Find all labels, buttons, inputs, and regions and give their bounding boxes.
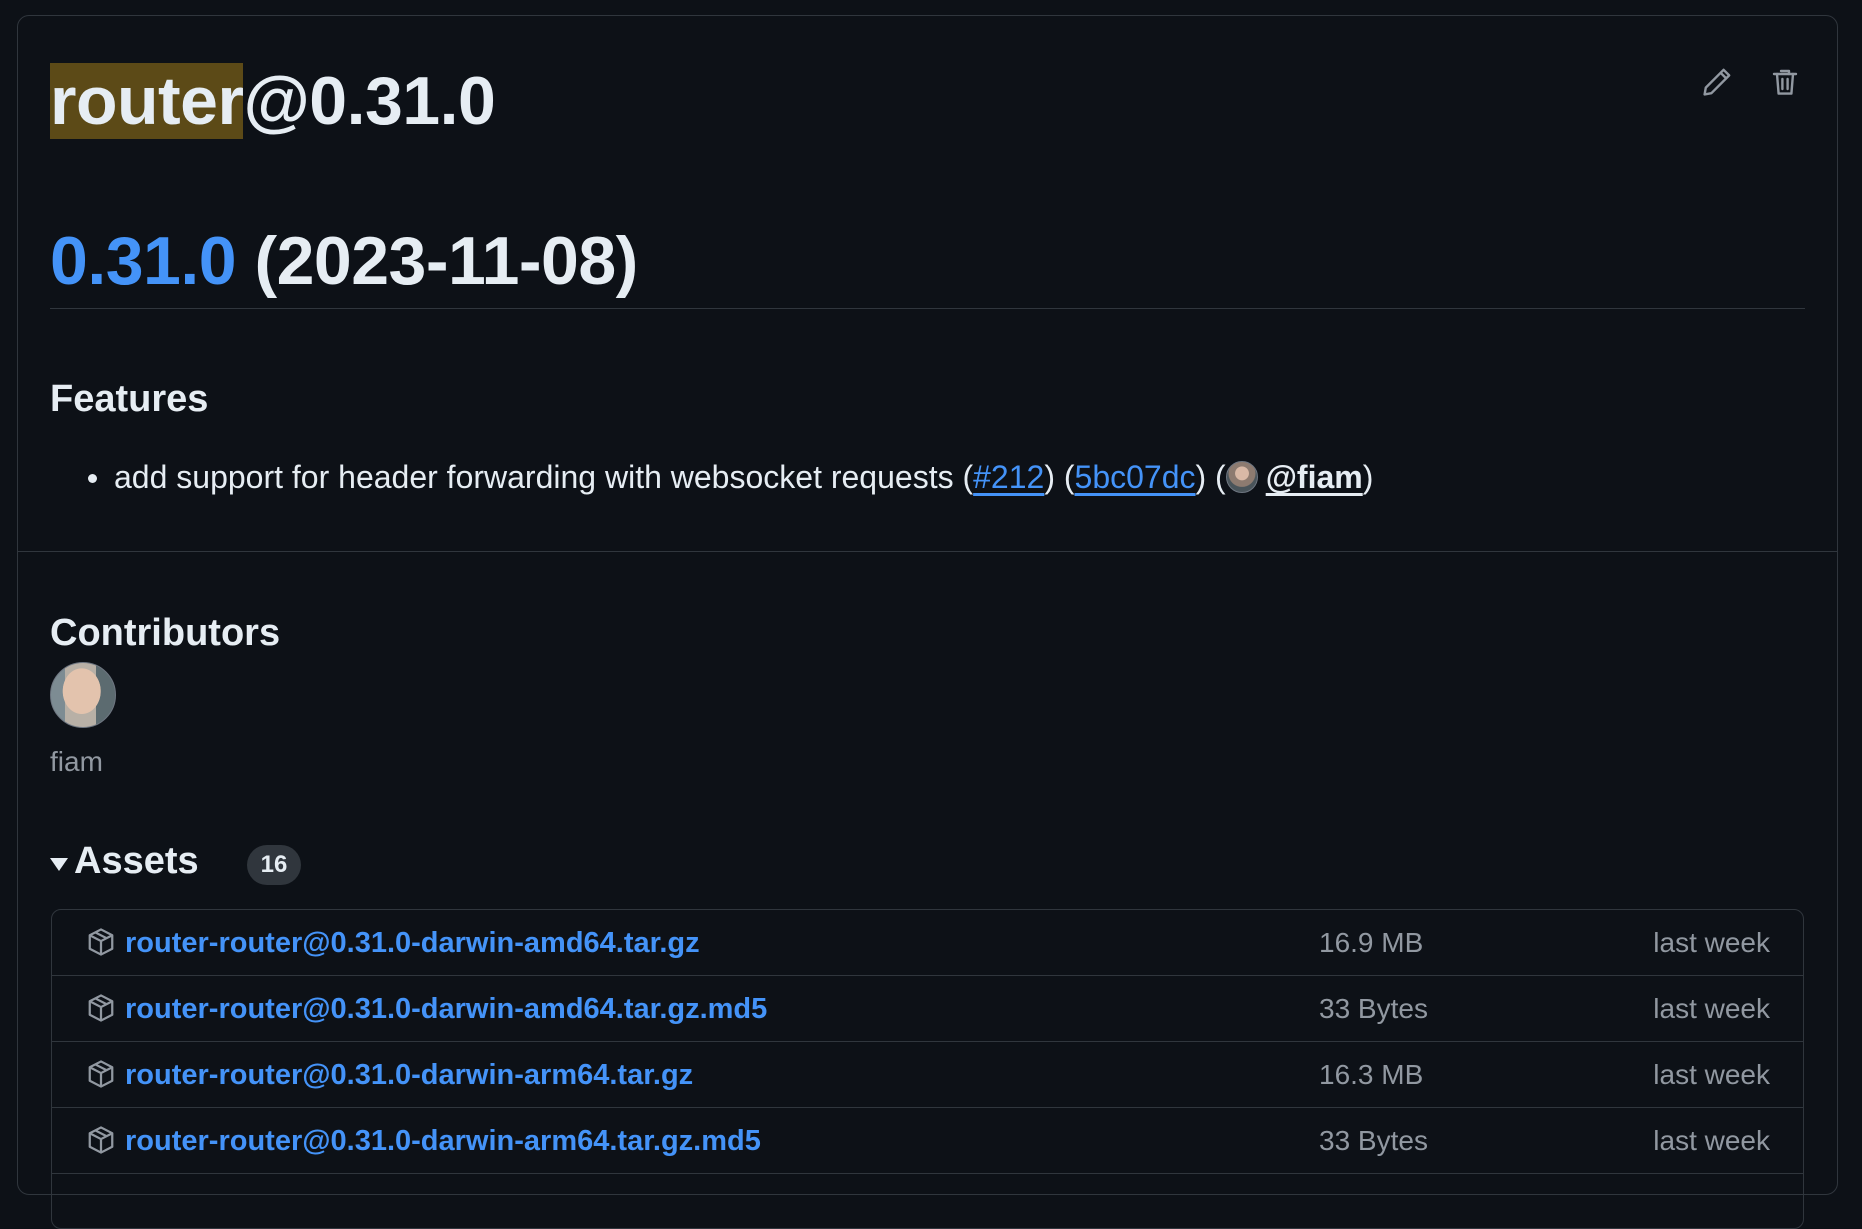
feature-text: add support for header forwarding with w…: [114, 459, 974, 495]
asset-date: last week: [1653, 926, 1770, 958]
contributors-heading: Contributors: [50, 612, 281, 654]
package-icon: [88, 1126, 114, 1154]
asset-list: router-router@0.31.0-darwin-amd64.tar.gz…: [51, 909, 1804, 1229]
release-title: router@0.31.0: [50, 56, 496, 146]
asset-date: last week: [1653, 1124, 1770, 1156]
asset-date: last week: [1653, 992, 1770, 1024]
search-highlight: router: [50, 63, 244, 139]
asset-link[interactable]: router-router@0.31.0-darwin-arm64.tar.gz…: [125, 1108, 761, 1174]
heading-divider: [50, 308, 1805, 309]
feature-end: ): [1362, 459, 1374, 495]
release-title-row: router@0.31.0: [50, 56, 496, 146]
feature-sep-2: ) (: [1195, 459, 1226, 495]
section-divider: [18, 551, 1837, 552]
pr-link[interactable]: #212: [973, 459, 1044, 495]
asset-link[interactable]: router-router@0.31.0-darwin-arm64.tar.gz: [125, 1042, 693, 1108]
assets-heading: Assets: [74, 840, 199, 882]
asset-size: 16.9 MB: [1319, 926, 1424, 958]
assets-toggle[interactable]: Assets 16: [50, 836, 302, 886]
table-row: router-router@0.31.0-darwin-amd64.tar.gz…: [52, 910, 1803, 976]
asset-date: last week: [1653, 1058, 1770, 1090]
assets-count-badge: 16: [246, 845, 302, 885]
asset-size: 33 Bytes: [1319, 1124, 1428, 1156]
commit-link[interactable]: 5bc07dc: [1075, 459, 1196, 495]
asset-link[interactable]: router-router@0.31.0-darwin-amd64.tar.gz: [125, 910, 700, 976]
table-row: router-router@0.31.0-darwin-amd64.tar.gz…: [52, 976, 1803, 1042]
release-title-rest: @0.31.0: [243, 63, 496, 139]
package-icon: [88, 928, 114, 956]
feature-sep-1: ) (: [1044, 459, 1075, 495]
release-card: router@0.31.0 0.31.0 (2023-11-08) Featur…: [17, 15, 1838, 1229]
package-icon: [88, 1060, 114, 1088]
contributor-name: fiam: [50, 746, 103, 777]
version-heading: 0.31.0 (2023-11-08): [50, 216, 638, 306]
table-row: router-router@0.31.0-darwin-arm64.tar.gz…: [52, 1042, 1803, 1108]
caret-down-icon: [50, 857, 68, 871]
feature-list: add support for header forwarding with w…: [50, 452, 1373, 502]
features-heading: Features: [50, 378, 209, 420]
version-link[interactable]: 0.31.0: [50, 223, 237, 299]
asset-link[interactable]: router-router@0.31.0-darwin-amd64.tar.gz…: [125, 976, 767, 1042]
list-item: add support for header forwarding with w…: [50, 452, 1373, 502]
user-avatar-small: [1225, 461, 1258, 493]
asset-size: 16.3 MB: [1319, 1058, 1424, 1090]
user-link[interactable]: @fiam: [1266, 459, 1363, 495]
package-icon: [88, 994, 114, 1022]
version-date: (2023-11-08): [236, 223, 638, 299]
avatar[interactable]: [50, 662, 116, 728]
edit-icon: [1703, 68, 1731, 96]
table-row: router-router@0.31.0-darwin-arm64.tar.gz…: [52, 1108, 1803, 1174]
delete-button[interactable]: [1769, 66, 1801, 98]
trash-icon: [1772, 69, 1798, 95]
release-actions: [1701, 66, 1801, 98]
edit-button[interactable]: [1701, 66, 1733, 98]
asset-size: 33 Bytes: [1319, 992, 1428, 1024]
